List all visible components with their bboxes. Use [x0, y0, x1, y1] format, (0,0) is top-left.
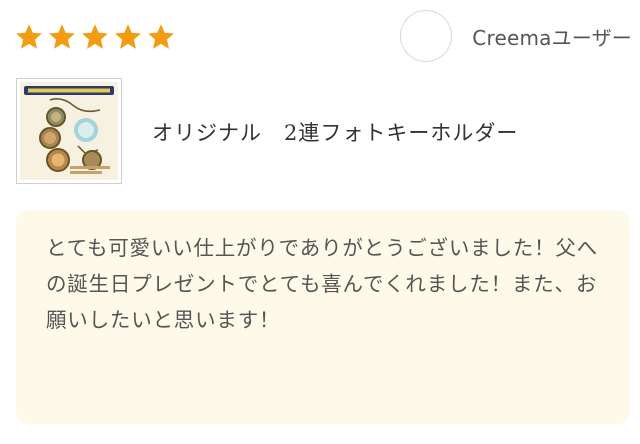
reviewer[interactable]: Creemaユーザー	[400, 10, 632, 62]
product-thumbnail[interactable]	[16, 78, 122, 184]
review-comment-box: とても可愛いい仕上がりでありがとうございました！父への誕生日プレゼントでとても喜…	[16, 210, 630, 424]
avatar[interactable]	[400, 10, 453, 62]
rating-stars	[14, 22, 176, 52]
star-icon	[146, 22, 176, 52]
star-icon	[47, 22, 77, 52]
photo-keychain-thumbnail-icon	[20, 82, 118, 180]
star-icon	[113, 22, 143, 52]
reviewer-name[interactable]: Creemaユーザー	[472, 22, 632, 51]
star-icon	[14, 22, 44, 52]
product-info[interactable]: オリジナル 2連フォトキーホルダー	[16, 78, 518, 184]
product-title[interactable]: オリジナル 2連フォトキーホルダー	[152, 117, 518, 147]
review-card: Creemaユーザー オリジナル 2連フォトキーホルダー とても可愛いい仕上がり…	[0, 0, 640, 444]
star-icon	[80, 22, 110, 52]
review-text: とても可愛いい仕上がりでありがとうございました！父への誕生日プレゼントでとても喜…	[46, 236, 598, 332]
